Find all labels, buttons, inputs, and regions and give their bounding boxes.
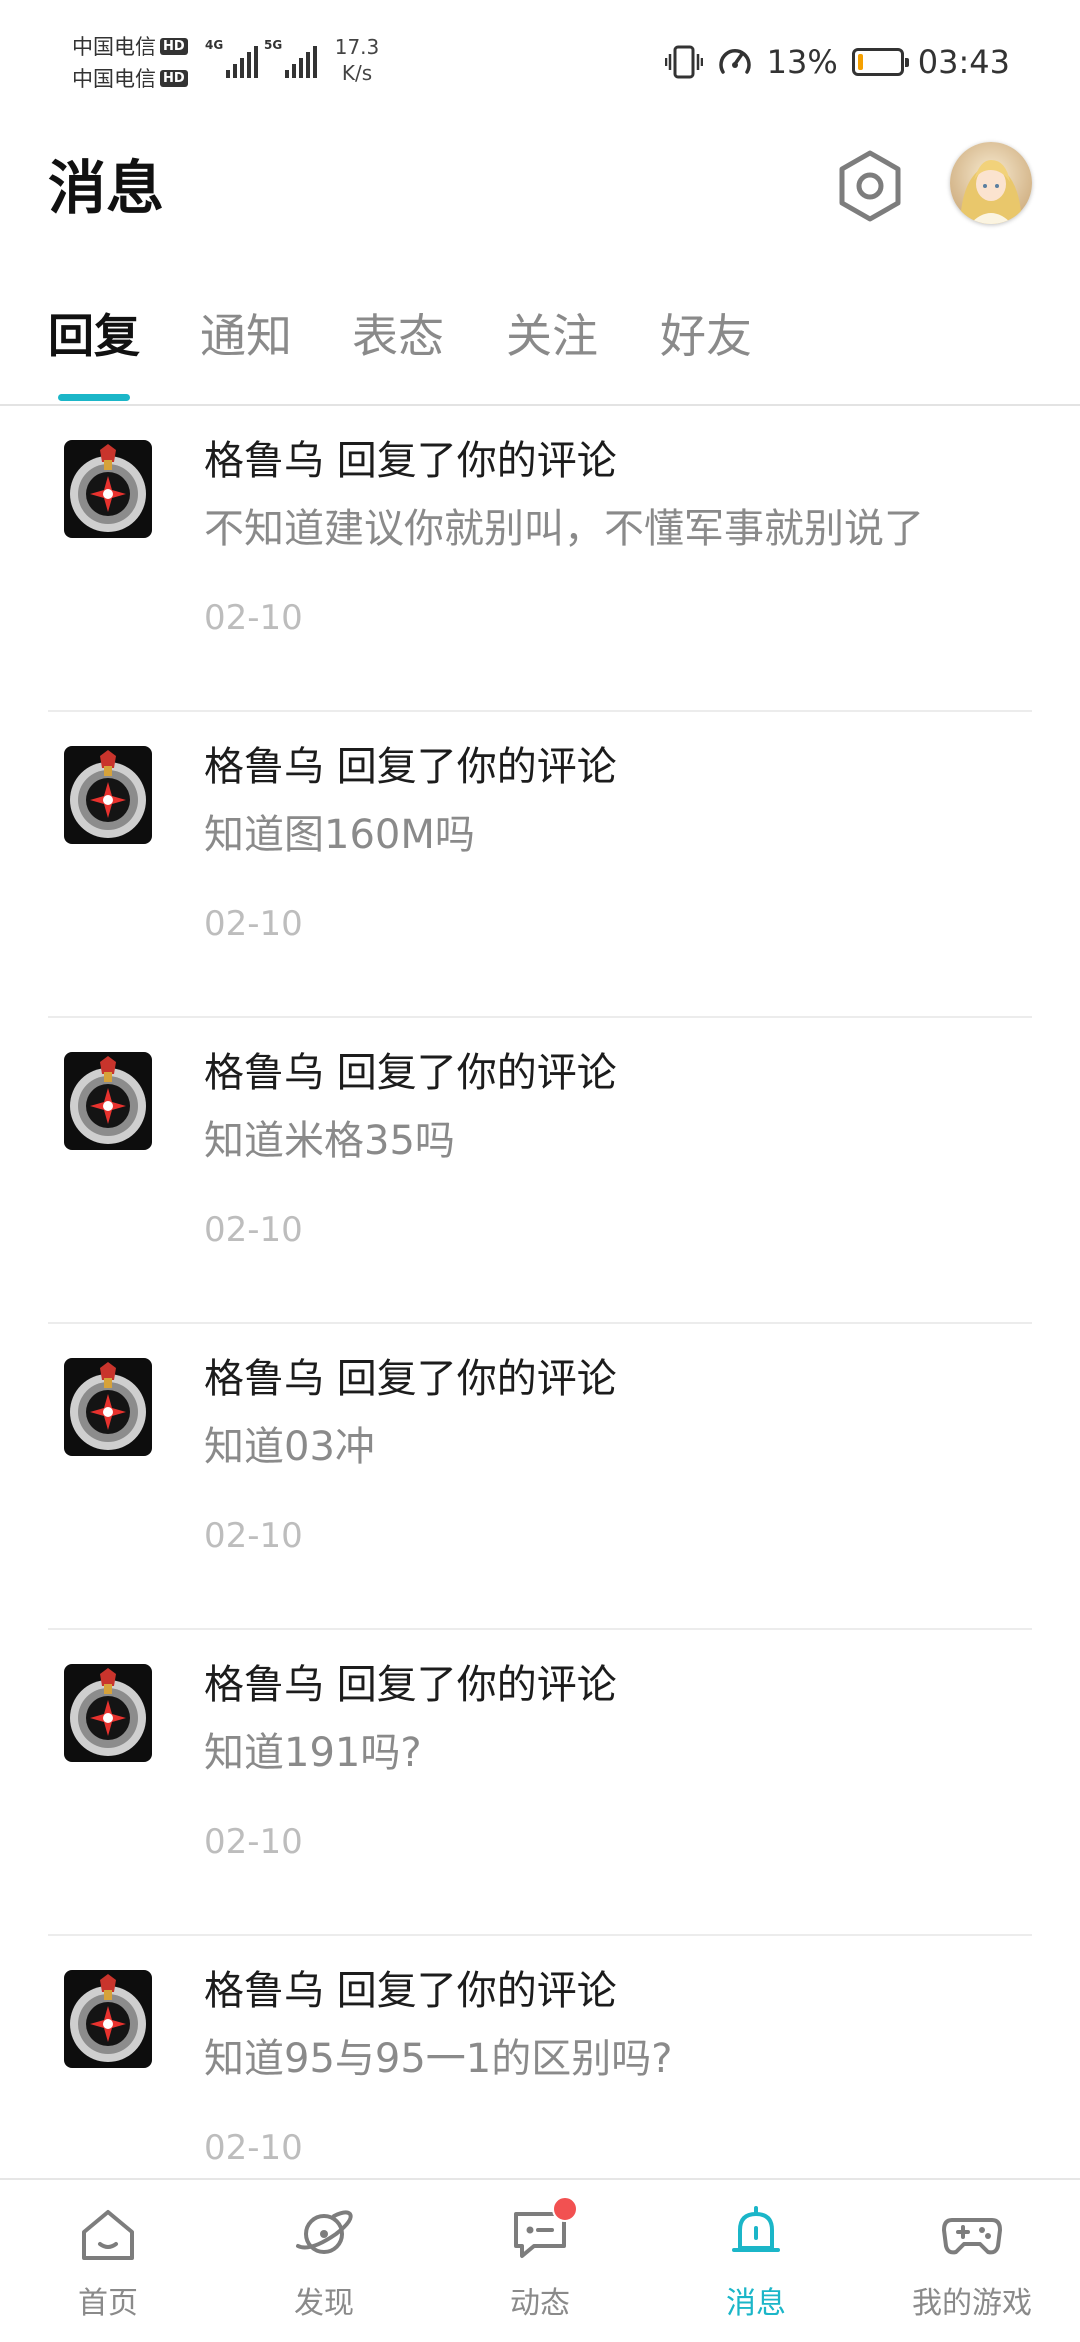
tab-notifications[interactable]: 通知	[200, 304, 292, 368]
network-speed: 17.3 K/s	[330, 34, 384, 86]
hd-badge: HD	[160, 37, 188, 55]
network-type-label: 5G	[264, 38, 283, 52]
message-item[interactable]: 格鲁乌 回复了你的评论 知道图160M吗 02-10	[48, 712, 1032, 1018]
message-title: 格鲁乌 回复了你的评论	[204, 744, 617, 790]
gamepad-icon	[942, 2218, 1002, 2255]
planet-icon	[296, 2210, 353, 2254]
message-item[interactable]: 格鲁乌 回复了你的评论 知道03冲 02-10	[48, 1324, 1032, 1630]
nav-label: 我的游戏	[912, 2286, 1032, 2321]
emblem-avatar-icon	[64, 1664, 152, 1762]
status-bar: 中国电信 HD 中国电信 HD 4G 5G 17.3 K/s 13% 03:43	[0, 0, 1080, 130]
speed-gauge-icon	[718, 49, 751, 74]
sender-avatar[interactable]	[64, 746, 152, 844]
message-content: 知道图160M吗	[204, 812, 475, 858]
carrier-info: 中国电信 HD 中国电信 HD	[72, 30, 202, 94]
hd-badge: HD	[160, 69, 188, 87]
message-content: 知道米格35吗	[204, 1118, 455, 1164]
network-speed-unit: K/s	[341, 61, 373, 85]
nav-item-my-games[interactable]: 我的游戏	[864, 2180, 1080, 2342]
carrier-2: 中国电信 HD	[72, 62, 202, 94]
battery-percent: 13%	[766, 43, 838, 81]
carrier-name: 中国电信	[72, 35, 156, 59]
signal-strength-4g-icon: 4G	[205, 38, 259, 78]
tab-bar: 回复 通知 表态 关注 好友	[0, 300, 1080, 406]
emblem-avatar-icon	[64, 1358, 152, 1456]
tab-follows[interactable]: 关注	[506, 304, 598, 368]
sender-avatar[interactable]	[64, 1970, 152, 2068]
message-content: 知道191吗?	[204, 1730, 422, 1776]
page-title: 消息	[48, 154, 165, 222]
nav-label: 消息	[726, 2286, 786, 2321]
message-date: 02-10	[204, 1822, 303, 1862]
avatar-image	[950, 142, 1032, 224]
battery-level-fill	[857, 54, 863, 70]
message-title: 格鲁乌 回复了你的评论	[204, 438, 617, 484]
message-title: 格鲁乌 回复了你的评论	[204, 1356, 617, 1402]
message-item[interactable]: 格鲁乌 回复了你的评论 知道95与95一1的区别吗? 02-10	[48, 1936, 1032, 2178]
message-date: 02-10	[204, 598, 303, 638]
carrier-1: 中国电信 HD	[72, 30, 202, 62]
emblem-avatar-icon	[64, 1052, 152, 1150]
nav-item-activity[interactable]: 动态	[432, 2180, 648, 2342]
message-title: 格鲁乌 回复了你的评论	[204, 1050, 617, 1096]
sender-avatar[interactable]	[64, 1052, 152, 1150]
message-date: 02-10	[204, 1210, 303, 1250]
message-content: 知道95与95一1的区别吗?	[204, 2036, 673, 2082]
status-indicators: 13% 03:43	[664, 40, 1010, 84]
message-content: 知道03冲	[204, 1424, 375, 1470]
message-date: 02-10	[204, 2128, 303, 2168]
message-content: 不知道建议你就别叫，不懂军事就别说了	[204, 506, 924, 552]
emblem-avatar-icon	[64, 1970, 152, 2068]
emblem-avatar-icon	[64, 440, 152, 538]
sender-avatar[interactable]	[64, 1358, 152, 1456]
nav-label: 发现	[294, 2286, 354, 2321]
notification-badge-dot	[552, 2196, 578, 2222]
signal-strength-5g-icon: 5G	[264, 38, 318, 78]
battery-icon	[851, 48, 909, 76]
message-item[interactable]: 格鲁乌 回复了你的评论 不知道建议你就别叫，不懂军事就别说了 02-10	[48, 406, 1032, 712]
clock-time: 03:43	[917, 43, 1010, 81]
message-item[interactable]: 格鲁乌 回复了你的评论 知道191吗? 02-10	[48, 1630, 1032, 1936]
nav-item-home[interactable]: 首页	[0, 2180, 216, 2342]
message-date: 02-10	[204, 1516, 303, 1556]
nav-label: 首页	[78, 2286, 138, 2321]
sender-avatar[interactable]	[64, 1664, 152, 1762]
carrier-name: 中国电信	[72, 67, 156, 91]
message-list[interactable]: 格鲁乌 回复了你的评论 不知道建议你就别叫，不懂军事就别说了 02-10 格鲁乌…	[0, 406, 1080, 2178]
tab-friends[interactable]: 好友	[660, 304, 752, 368]
message-item[interactable]: 格鲁乌 回复了你的评论 知道米格35吗 02-10	[48, 1018, 1032, 1324]
home-icon	[82, 2210, 134, 2260]
message-date: 02-10	[204, 904, 303, 944]
tab-replies[interactable]: 回复	[48, 304, 140, 368]
nav-item-messages[interactable]: 消息	[648, 2180, 864, 2342]
emblem-avatar-icon	[64, 746, 152, 844]
message-title: 格鲁乌 回复了你的评论	[204, 1662, 617, 1708]
settings-button[interactable]	[832, 148, 908, 224]
user-avatar[interactable]	[950, 142, 1032, 224]
sender-avatar[interactable]	[64, 440, 152, 538]
settings-hexagon-icon	[839, 150, 901, 222]
nav-label: 动态	[510, 2286, 570, 2321]
message-title: 格鲁乌 回复了你的评论	[204, 1968, 617, 2014]
bottom-nav: 首页 发现 动态 消息 我的游戏	[0, 2178, 1080, 2342]
bell-icon	[732, 2206, 780, 2252]
nav-item-discover[interactable]: 发现	[216, 2180, 432, 2342]
network-speed-value: 17.3	[334, 35, 380, 59]
tab-reactions[interactable]: 表态	[352, 304, 444, 368]
vibrate-icon	[664, 45, 703, 79]
active-tab-indicator	[58, 394, 130, 401]
network-type-label: 4G	[205, 38, 224, 52]
